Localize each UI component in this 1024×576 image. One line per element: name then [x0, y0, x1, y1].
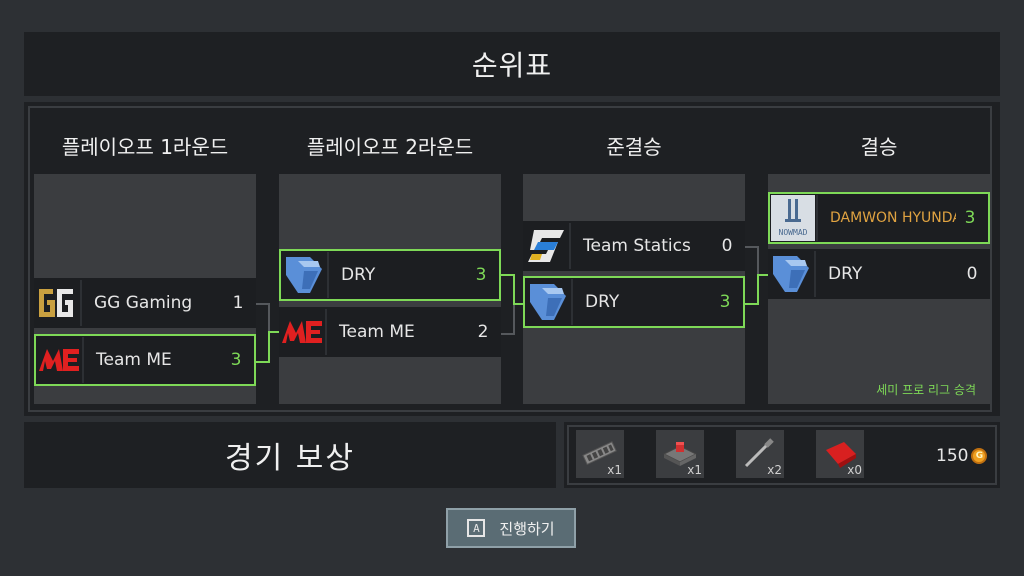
proceed-button[interactable]: A 진행하기 — [446, 508, 576, 548]
bracket-connector — [757, 274, 768, 276]
round-column-1: 플레이오프 1라운드 GG Gaming 1 Team ME 3 — [34, 116, 256, 404]
round-header: 결승 — [768, 116, 990, 174]
team-name: DRY — [341, 265, 376, 285]
reward-qty: x1 — [687, 463, 702, 477]
match-reward-title-text: 경기 보상 — [225, 441, 355, 476]
svg-text:NOWMAD: NOWMAD — [779, 228, 808, 237]
match-team-team-me: Team ME 3 — [34, 334, 256, 386]
bracket-connector — [256, 303, 270, 333]
bracket-connector — [501, 274, 515, 305]
reward-item-screwdriver: x2 — [736, 430, 784, 478]
promotion-note: 세미 프로 리그 승격 — [876, 383, 976, 397]
dry-logo — [768, 251, 816, 297]
coin-balance: 150 G — [936, 446, 988, 466]
team-score: 1 — [232, 293, 244, 313]
team-name: DAMWON HYUNDAI — [830, 210, 956, 226]
team-score: 3 — [964, 208, 976, 228]
bracket-connector — [745, 274, 759, 305]
proceed-label: 진행하기 — [499, 519, 555, 538]
team-me-logo — [279, 309, 327, 355]
bracket-connector — [501, 303, 515, 335]
round-header: 준결승 — [523, 116, 745, 174]
team-statics-logo — [523, 223, 571, 269]
round-column-3: 준결승 Team Statics 0 DRY 3 — [523, 116, 745, 404]
round-label: 결승 — [860, 134, 898, 159]
match-team-dry: DRY 0 — [768, 249, 990, 299]
team-me-logo — [36, 337, 84, 383]
match-team-dry: DRY 3 — [279, 249, 501, 301]
match-team-gg-gaming: GG Gaming 1 — [34, 278, 256, 328]
round-header: 플레이오프 2라운드 — [279, 116, 501, 174]
team-name: Team Statics — [583, 236, 691, 256]
team-score: 0 — [721, 236, 733, 256]
round-label: 플레이오프 2라운드 — [306, 134, 474, 159]
team-score: 3 — [230, 350, 242, 370]
page-title: 순위표 — [24, 32, 1000, 96]
team-name: Team ME — [96, 350, 172, 370]
team-score: 3 — [719, 292, 731, 312]
team-score: 0 — [966, 264, 978, 284]
match-team-team-statics: Team Statics 0 — [523, 221, 745, 271]
reward-item-cloth: x0 — [816, 430, 864, 478]
reward-qty: x1 — [607, 463, 622, 477]
team-name: DRY — [585, 292, 620, 312]
match-team-dry: DRY 3 — [523, 276, 745, 328]
round-header: 플레이오프 1라운드 — [34, 116, 256, 174]
coin-amount: 150 — [936, 446, 969, 466]
reward-item-ram: x1 — [576, 430, 624, 478]
damwon-logo: NOWMAD — [770, 195, 818, 241]
bracket-connector — [745, 246, 759, 276]
bracket-connector — [256, 331, 270, 363]
bracket-connector — [513, 303, 523, 305]
page-title-text: 순위표 — [471, 49, 553, 82]
reward-qty: x0 — [847, 463, 862, 477]
gg-gaming-logo — [34, 280, 82, 326]
match-team-damwon-hyundai: NOWMAD DAMWON HYUNDAI 3 — [768, 192, 990, 244]
reward-item-cooler: x1 — [656, 430, 704, 478]
round-column-4: 결승 NOWMAD DAMWON HYUNDAI 3 DRY 0 세미 프로 리… — [768, 116, 990, 404]
round-column-2: 플레이오프 2라운드 DRY 3 Team ME 2 — [279, 116, 501, 404]
a-key-icon: A — [467, 519, 486, 537]
dry-logo — [525, 279, 573, 325]
match-reward-title: 경기 보상 — [24, 422, 556, 488]
team-score: 2 — [477, 322, 489, 342]
team-score: 3 — [475, 265, 487, 285]
team-name: GG Gaming — [94, 293, 193, 313]
round-label: 플레이오프 1라운드 — [61, 134, 229, 159]
bracket-connector — [268, 331, 279, 333]
team-name: DRY — [828, 264, 863, 284]
reward-qty: x2 — [767, 463, 782, 477]
team-name: Team ME — [339, 322, 415, 342]
coin-icon: G — [971, 448, 988, 464]
round-label: 준결승 — [606, 134, 662, 159]
match-team-team-me: Team ME 2 — [279, 307, 501, 357]
dry-logo — [281, 252, 329, 298]
